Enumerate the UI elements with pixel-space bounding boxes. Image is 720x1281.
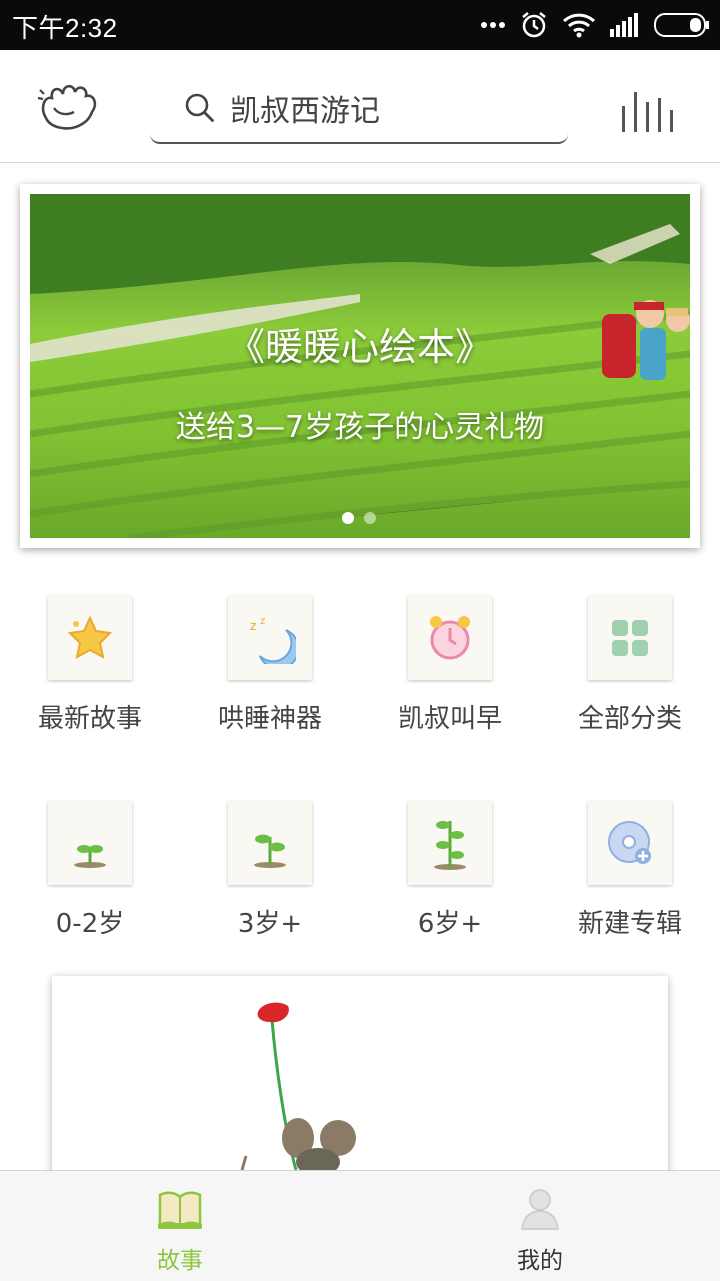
more-dots-icon [481, 22, 505, 28]
category-wakeup[interactable]: 凯叔叫早 [360, 596, 540, 735]
category-latest-stories[interactable]: 最新故事 [0, 596, 180, 735]
category-label: 最新故事 [37, 704, 142, 734]
moon-icon: zz [250, 616, 296, 664]
person-icon [521, 1189, 559, 1230]
bottom-navigation: 故事 我的 [0, 1170, 720, 1281]
nav-tab-stories[interactable]: 故事 [0, 1171, 360, 1281]
svg-text:z: z [250, 619, 256, 633]
category-sleep[interactable]: zz 哄睡神器 [180, 596, 360, 735]
category-age-0-2[interactable]: 0-2岁 [0, 801, 180, 940]
category-label: 6岁+ [417, 909, 483, 939]
story-illustration [240, 1002, 356, 1170]
category-label: 0-2岁 [55, 909, 125, 939]
audio-bars-icon[interactable] [622, 92, 676, 132]
nav-tab-mine[interactable]: 我的 [360, 1171, 720, 1281]
category-tile [408, 801, 492, 885]
star-icon [67, 615, 113, 659]
search-icon [185, 93, 214, 122]
alarm-icon [522, 12, 546, 38]
banner-title: 《暖暖心绘本》 [226, 325, 493, 369]
new-album-disc-icon [608, 821, 651, 864]
nav-label: 我的 [517, 1248, 563, 1274]
banner-image[interactable]: 《暖暖心绘本》 送给3—7岁孩子的心灵礼物 [30, 194, 690, 538]
grid-icon [612, 620, 648, 656]
signal-icon [610, 13, 638, 37]
carousel-dot-1 [342, 512, 354, 524]
category-age-3-plus[interactable]: 3岁+ [180, 801, 360, 940]
category-label: 新建专辑 [577, 909, 682, 939]
category-new-album[interactable]: 新建专辑 [540, 801, 720, 940]
search-text: 凯叔西游记 [230, 94, 380, 129]
category-tile [408, 596, 492, 680]
status-bar: 下午2:32 [0, 0, 720, 50]
category-label: 哄睡神器 [217, 704, 322, 734]
category-tile [48, 596, 132, 680]
category-tile [588, 801, 672, 885]
nav-label: 故事 [157, 1248, 203, 1274]
category-tile [48, 801, 132, 885]
category-all[interactable]: 全部分类 [540, 596, 720, 735]
banner-subtitle: 送给3—7岁孩子的心灵礼物 [175, 410, 545, 445]
carousel-indicator [342, 512, 376, 524]
category-tile [588, 596, 672, 680]
app-header: 凯叔西游记 [0, 50, 720, 163]
wifi-icon [562, 13, 596, 38]
category-label: 3岁+ [237, 909, 303, 939]
search-box[interactable]: 凯叔西游记 [150, 80, 568, 144]
category-grid: 最新故事 zz 哄睡神器 凯叔叫早 全部分类 0-2岁 3岁+ 6岁+ 新建专辑 [0, 596, 720, 940]
category-tile [228, 801, 312, 885]
banner-carousel[interactable]: 《暖暖心绘本》 送给3—7岁孩子的心灵礼物 [20, 184, 700, 548]
status-time: 下午2:32 [12, 13, 118, 43]
category-label: 凯叔叫早 [397, 704, 502, 734]
svg-text:z: z [260, 616, 265, 627]
sprout-large-icon [434, 821, 466, 870]
category-tile: zz [228, 596, 312, 680]
book-icon [158, 1191, 202, 1229]
sprout-small-icon [74, 845, 106, 868]
category-age-6-plus[interactable]: 6岁+ [360, 801, 540, 940]
sprout-medium-icon [254, 834, 286, 868]
alarm-clock-icon [430, 616, 470, 660]
category-label: 全部分类 [577, 704, 682, 734]
carousel-dot-2 [364, 512, 376, 524]
hand-logo-icon[interactable] [36, 78, 106, 134]
battery-icon [654, 13, 709, 37]
